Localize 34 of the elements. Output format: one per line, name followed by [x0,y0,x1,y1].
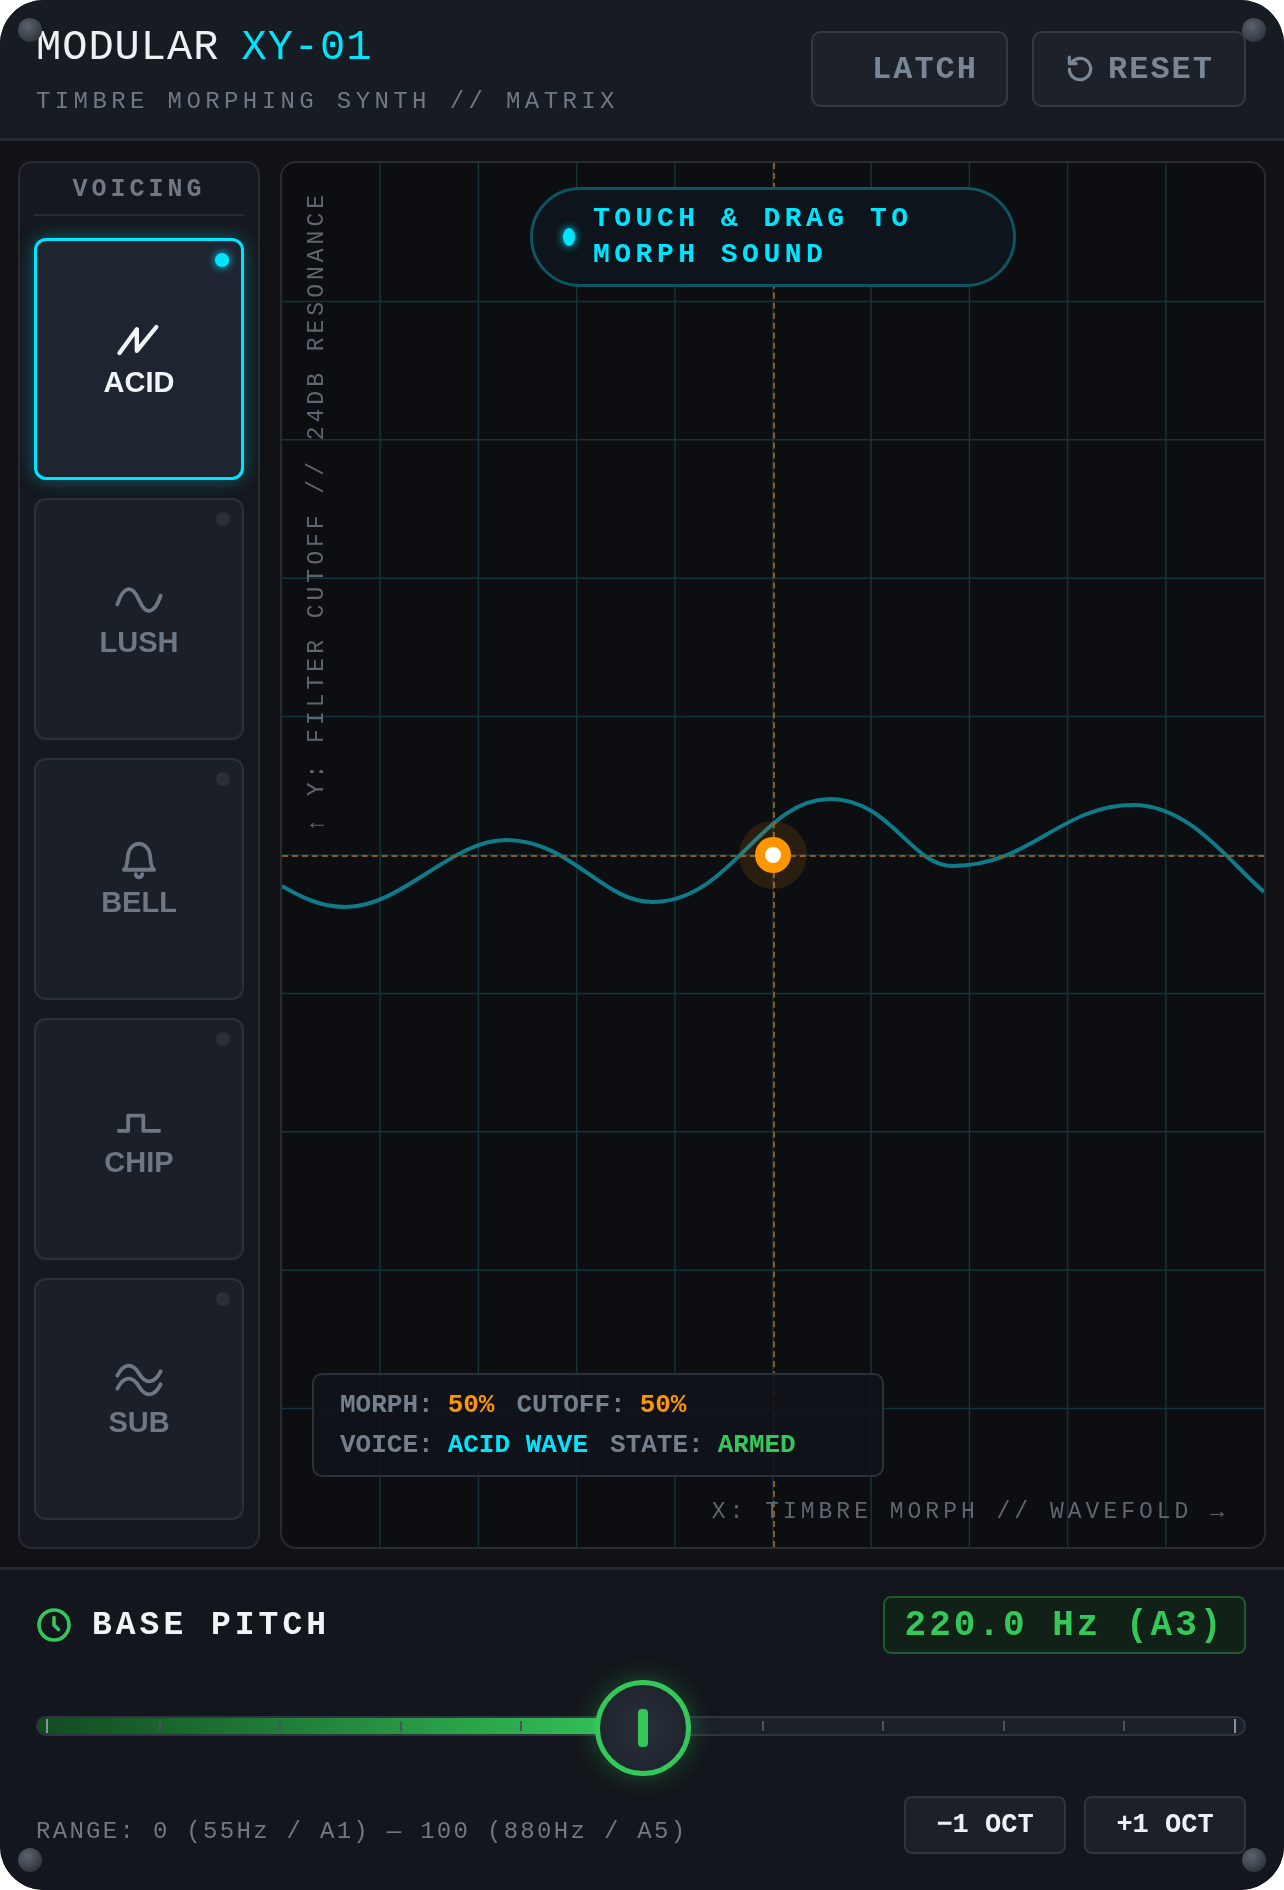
axis-label: ↑ Y: FILTER CUTOFF // 24DB RESONANCE [304,191,330,832]
voice-button[interactable]: LUSH [34,498,244,740]
voice-button[interactable]: SUB [34,1278,244,1520]
slider-thumb[interactable] [595,1680,691,1776]
voice-button[interactable]: ACID [34,238,244,480]
readout-value: ARMED [717,1429,796,1462]
readout-label: CUTOFF: [516,1389,626,1422]
readout-value: ACID WAVE [447,1429,589,1462]
readout-value: 50% [639,1389,687,1422]
pitch-slider[interactable] [36,1680,1246,1776]
reset-button[interactable]: RESET [1032,31,1246,107]
xy-puck[interactable] [755,837,791,873]
voice-button[interactable]: BELL [34,758,244,1000]
hint-text: TOUCH & DRAG TO MORPH SOUND [593,202,914,272]
xy-pad[interactable]: TOUCH & DRAG TO MORPH SOUND ↑ Y: FILTER CUTOFF // 24DB RESONANCE X: TIMBRE MORPH // WAVEFOLD → MORPH: 50% CUTOFF: 50% VOICE: ACID WAVE STATE: ARMED [280,161,1266,1549]
frequency-display: 220.0 Hz (A3) [883,1596,1246,1654]
octave-button[interactable]: −1 OCT [904,1796,1066,1854]
subtitle: TIMBRE MORPHING SYNTH // MATRIX [36,87,619,115]
status-dot [563,228,575,246]
axis-label: X: TIMBRE MORPH // WAVEFOLD → [711,1499,1228,1525]
indicator-light [215,253,229,267]
readout-value: 50% [447,1389,495,1422]
octave-button[interactable]: +1 OCT [1084,1796,1246,1854]
section-title: BASE PITCH [92,1606,331,1644]
range-text: RANGE: 0 (55Hz / A1) — 100 (880Hz / A5) [36,1818,688,1845]
readout-label: MORPH: [340,1389,434,1422]
readout-label: STATE: [610,1429,704,1462]
panel-heading: VOICING [34,175,244,216]
clock-icon [36,1607,72,1643]
readout-label: VOICE: [340,1429,434,1462]
app-title: MODULAR [36,23,220,72]
voice-button[interactable]: CHIP [34,1018,244,1260]
latch-button[interactable]: LATCH [811,31,1008,107]
model-name: XY-01 [241,23,373,72]
